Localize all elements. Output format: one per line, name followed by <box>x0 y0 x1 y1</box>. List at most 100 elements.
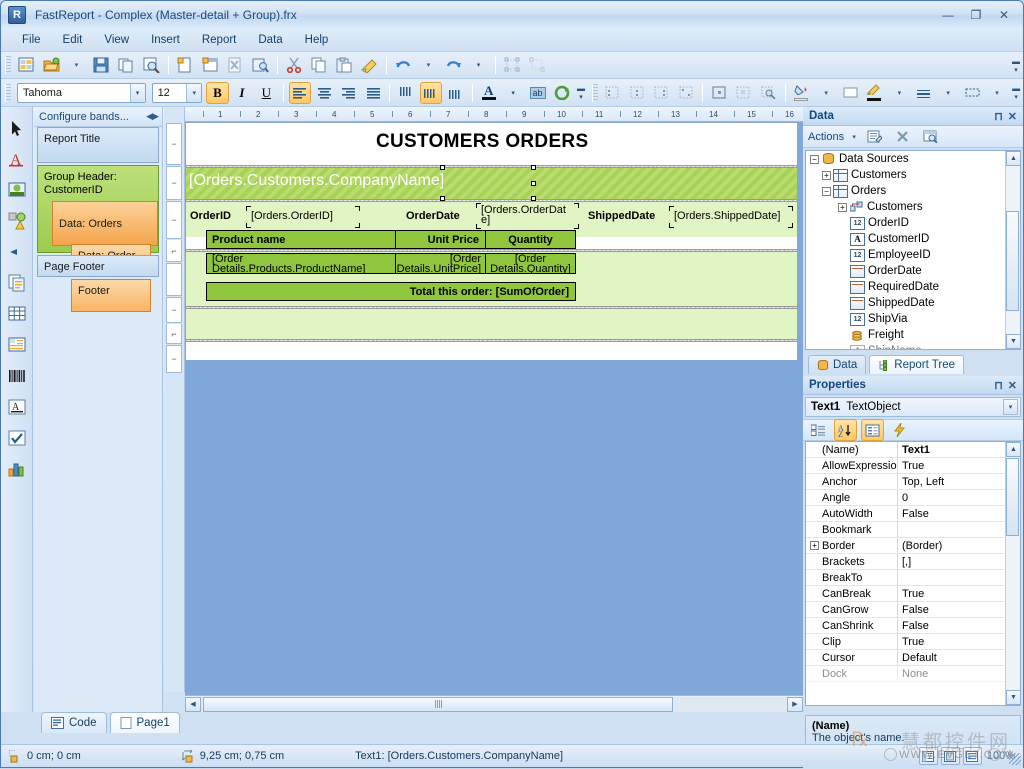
tree-node-customerid[interactable]: A CustomerID <box>806 231 1020 247</box>
tree-node-freight[interactable]: Freight <box>806 327 1020 343</box>
tree-node-orders-customers[interactable]: + Customers <box>806 199 1020 215</box>
vruler-data[interactable]: − <box>166 201 182 239</box>
vruler-pagefooter[interactable]: − <box>166 345 182 373</box>
properties-close-icon[interactable]: ✕ <box>1008 379 1017 392</box>
underline-button[interactable]: U <box>255 82 277 104</box>
band-page-footer[interactable]: Page Footer <box>37 255 159 277</box>
data-sources-tree[interactable]: − Data Sources + Customers − Orders + <box>805 150 1021 350</box>
view-page-button[interactable] <box>941 747 960 765</box>
property-row[interactable]: Bookmark <box>806 522 1020 538</box>
property-value[interactable]: True <box>898 458 1020 473</box>
format-painter-icon[interactable] <box>358 54 381 76</box>
menu-report[interactable]: Report <box>191 31 248 49</box>
orderdate-expr-box[interactable]: [Orders.OrderDate] <box>476 203 579 229</box>
barcode-object-icon[interactable] <box>4 363 30 389</box>
tree-node-employeeid[interactable]: 12 EmployeeID <box>806 247 1020 263</box>
font-color-button[interactable]: A <box>478 82 500 104</box>
format-toolbar-grip[interactable] <box>5 84 11 102</box>
menu-edit[interactable]: Edit <box>52 31 94 49</box>
copy-icon[interactable] <box>308 54 331 76</box>
tree-node-orderid[interactable]: 12 OrderID <box>806 215 1020 231</box>
vruler-group[interactable]: − <box>166 166 182 200</box>
canvas-band-data-orders[interactable]: OrderID [Orders.OrderID] OrderDate [Orde… <box>186 202 797 237</box>
menu-view[interactable]: View <box>93 31 140 49</box>
delete-page-icon[interactable] <box>224 54 247 76</box>
tab-data[interactable]: Data <box>808 355 866 374</box>
orderdate-label[interactable]: OrderDate <box>406 210 460 222</box>
fill-color-icon[interactable] <box>791 82 813 104</box>
format-overflow-2[interactable]: ▬▾ <box>1009 82 1023 104</box>
fill-color-dropdown[interactable]: ▾ <box>815 82 837 104</box>
save-report-icon[interactable] <box>90 54 113 76</box>
properties-pin-icon[interactable]: ⊓ <box>994 379 1003 392</box>
snap-settings-icon[interactable] <box>757 82 779 104</box>
view-list-button[interactable] <box>963 747 982 765</box>
property-name-expandable[interactable]: + Border <box>806 538 898 553</box>
tree-node-orders[interactable]: − Orders <box>806 183 1020 199</box>
chart-object-icon[interactable] <box>4 456 30 482</box>
tab-code[interactable]: Code <box>41 712 107 733</box>
border-color-dropdown[interactable]: ▾ <box>888 82 910 104</box>
font-size-arrow[interactable]: ▾ <box>186 84 201 102</box>
tree-node-shippeddate[interactable]: ShippedDate <box>806 295 1020 311</box>
checkbox-object-icon[interactable] <box>4 425 30 451</box>
property-value[interactable]: 0 <box>898 490 1020 505</box>
expander-icon[interactable]: − <box>822 187 831 196</box>
delete-datasource-icon[interactable] <box>891 126 914 148</box>
property-row[interactable]: AutoWidth False <box>806 506 1020 522</box>
categorized-button[interactable] <box>807 419 830 441</box>
shippeddate-label[interactable]: ShippedDate <box>588 210 655 222</box>
preview-pages-icon[interactable] <box>115 54 138 76</box>
close-button[interactable]: ✕ <box>991 6 1017 24</box>
view-normal-button[interactable] <box>919 747 938 765</box>
tab-page1[interactable]: Page1 <box>110 712 180 733</box>
canvas-band-report-title[interactable]: CUSTOMERS ORDERS <box>186 123 797 165</box>
font-name-combo[interactable]: Tahoma ▾ <box>17 83 146 103</box>
property-value[interactable]: None <box>898 666 1020 681</box>
vruler-title[interactable]: − <box>166 123 182 165</box>
border-style-icon[interactable] <box>961 82 983 104</box>
properties-scroll-up[interactable]: ▲ <box>1006 442 1021 457</box>
tree-node-customers[interactable]: + Customers <box>806 167 1020 183</box>
open-report-icon[interactable] <box>40 54 63 76</box>
design-canvas[interactable]: 1 2 3 4 5 6 7 8 9 10 11 12 13 1 <box>185 107 803 712</box>
undo-icon[interactable] <box>392 54 415 76</box>
border-color-icon[interactable] <box>864 82 886 104</box>
property-row[interactable]: (Name) Text1 <box>806 442 1020 458</box>
band-footer[interactable]: Footer <box>71 279 151 312</box>
cut-icon[interactable] <box>283 54 306 76</box>
total-this-order-object[interactable]: Total this order: [SumOfOrder] <box>206 282 576 301</box>
group-icon[interactable] <box>501 54 524 76</box>
tree-scrollbar[interactable]: ▲ ▼ <box>1005 151 1020 349</box>
properties-scroll-down[interactable]: ▼ <box>1006 690 1021 705</box>
tree-node-orderdate[interactable]: OrderDate <box>806 263 1020 279</box>
property-row[interactable]: Angle 0 <box>806 490 1020 506</box>
resize-grip[interactable] <box>1009 753 1021 765</box>
vruler-footer2[interactable]: ⌐ <box>166 324 182 344</box>
property-row[interactable]: + Border (Border) <box>806 538 1020 554</box>
property-value[interactable]: False <box>898 602 1020 617</box>
text-object-icon[interactable]: A <box>4 146 30 172</box>
bold-button[interactable]: B <box>206 82 228 104</box>
new-report-icon[interactable] <box>15 54 38 76</box>
expander-icon[interactable]: + <box>822 171 831 180</box>
tree-node-data-sources[interactable]: − Data Sources <box>806 151 1020 167</box>
property-row[interactable]: CanGrow False <box>806 602 1020 618</box>
property-row[interactable]: Dock None <box>806 666 1020 682</box>
style-button[interactable] <box>551 82 573 104</box>
property-value[interactable]: (Border) <box>898 538 1020 553</box>
open-dropdown-icon[interactable]: ▾ <box>65 54 88 76</box>
property-row[interactable]: Brackets [,] <box>806 554 1020 570</box>
orderid-expr-box[interactable]: [Orders.OrderID] <box>246 206 360 228</box>
menu-insert[interactable]: Insert <box>140 31 191 49</box>
align-center-button[interactable] <box>313 82 335 104</box>
properties-button[interactable] <box>861 419 884 441</box>
product-name-header[interactable]: Product name <box>206 230 396 249</box>
sel-handle-bl[interactable] <box>440 196 445 201</box>
property-value[interactable]: False <box>898 506 1020 521</box>
minimize-button[interactable]: — <box>935 6 961 24</box>
hscroll-right-arrow[interactable]: ▶ <box>787 697 803 712</box>
band-report-title[interactable]: Report Title <box>37 127 159 163</box>
property-value[interactable]: [,] <box>898 554 1020 569</box>
italic-button[interactable]: I <box>231 82 253 104</box>
